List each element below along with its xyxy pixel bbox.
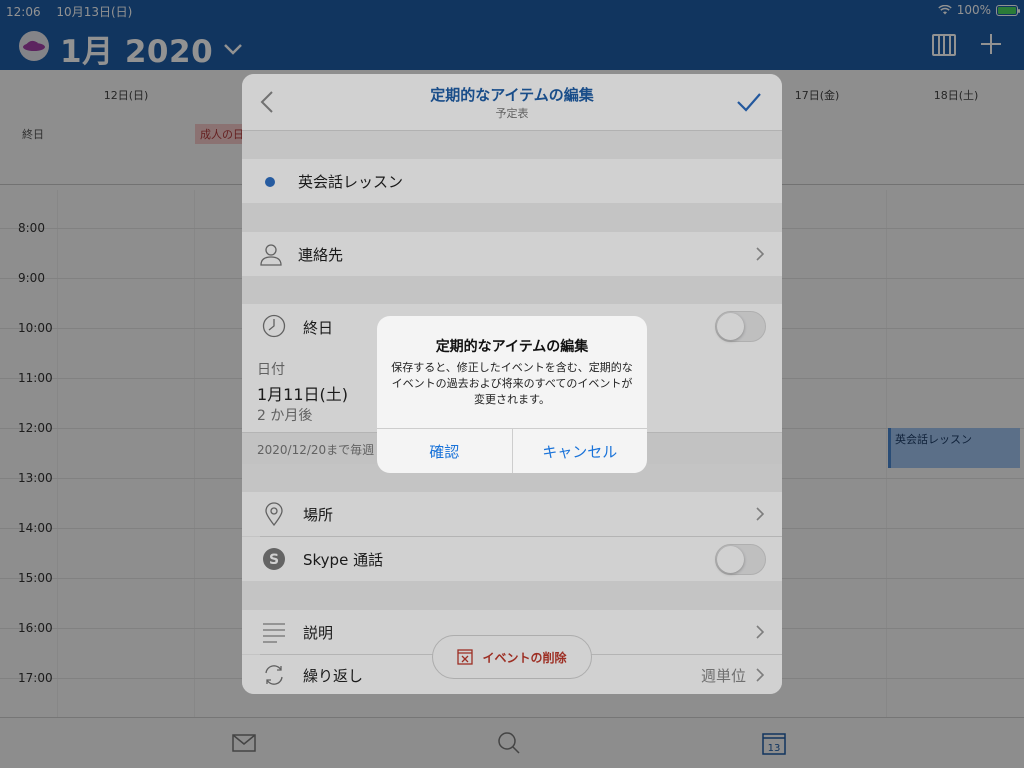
cancel-button[interactable]: キャンセル [511,429,648,473]
alert-actions: 確認 キャンセル [377,428,647,473]
alert-title: 定期的なアイテムの編集 [435,339,589,355]
confirm-button[interactable]: 確認 [377,429,512,473]
alert-message: 保存すると、修正したイベントを含む、定期的なイベントの過去および将来のすべてのイ… [391,361,633,406]
confirm-alert: 定期的なアイテムの編集 保存すると、修正したイベントを含む、定期的なイベントの過… [377,316,647,473]
